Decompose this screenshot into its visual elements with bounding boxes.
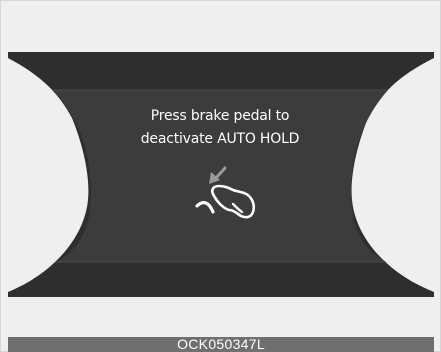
auto-hold-message: Press brake pedal to deactivate AUTO HOL… [60,105,380,151]
press-arrow-icon [214,166,227,180]
figure-code: OCK050347L [177,336,265,352]
message-line-2: deactivate AUTO HOLD [140,131,300,147]
brake-pedal-press-icon [195,166,256,219]
pedal-arc [195,201,215,214]
message-line-1: Press brake pedal to [150,108,290,124]
shoe-outline [210,184,256,219]
